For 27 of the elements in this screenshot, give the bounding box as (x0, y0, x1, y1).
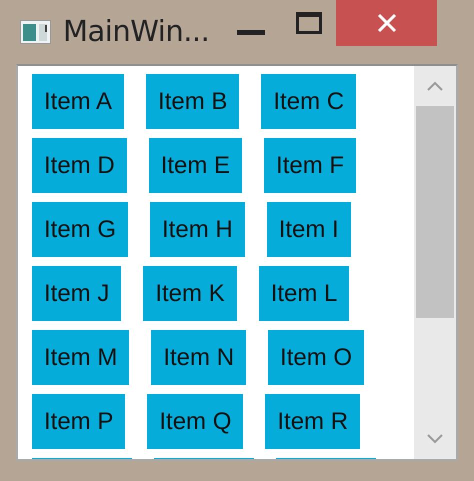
list-item[interactable]: Item H (150, 202, 245, 257)
maximize-button[interactable] (296, 12, 322, 34)
scrollbar[interactable] (414, 66, 456, 459)
list-item[interactable]: Item P (32, 394, 126, 449)
list-item[interactable]: Item O (268, 330, 364, 385)
list-item[interactable]: Item M (32, 330, 130, 385)
list-item[interactable]: Item J (32, 266, 122, 321)
list-item[interactable]: Item F (264, 138, 356, 193)
list-item[interactable]: Item D (32, 138, 127, 193)
close-icon (376, 13, 397, 33)
list-item[interactable]: Item L (258, 266, 350, 321)
close-button[interactable] (336, 0, 438, 46)
list-item[interactable]: Item A (32, 74, 124, 129)
window-title: MainWin... (63, 14, 210, 48)
list-item[interactable]: Item C (261, 74, 356, 129)
list-item[interactable]: Item E (148, 138, 242, 193)
list-item[interactable]: Item K (143, 266, 237, 321)
list-item[interactable]: Item R (265, 394, 360, 449)
chevron-up-icon (427, 81, 443, 91)
list-item[interactable]: Item Q (147, 394, 244, 449)
list-item[interactable]: Item N (151, 330, 246, 385)
list-item[interactable]: Item I (266, 202, 351, 257)
chevron-down-icon (427, 434, 443, 444)
app-icon (20, 20, 51, 44)
list-item[interactable]: Item B (146, 74, 240, 129)
scroll-thumb[interactable] (416, 106, 454, 318)
list-item[interactable]: Item G (32, 202, 128, 257)
